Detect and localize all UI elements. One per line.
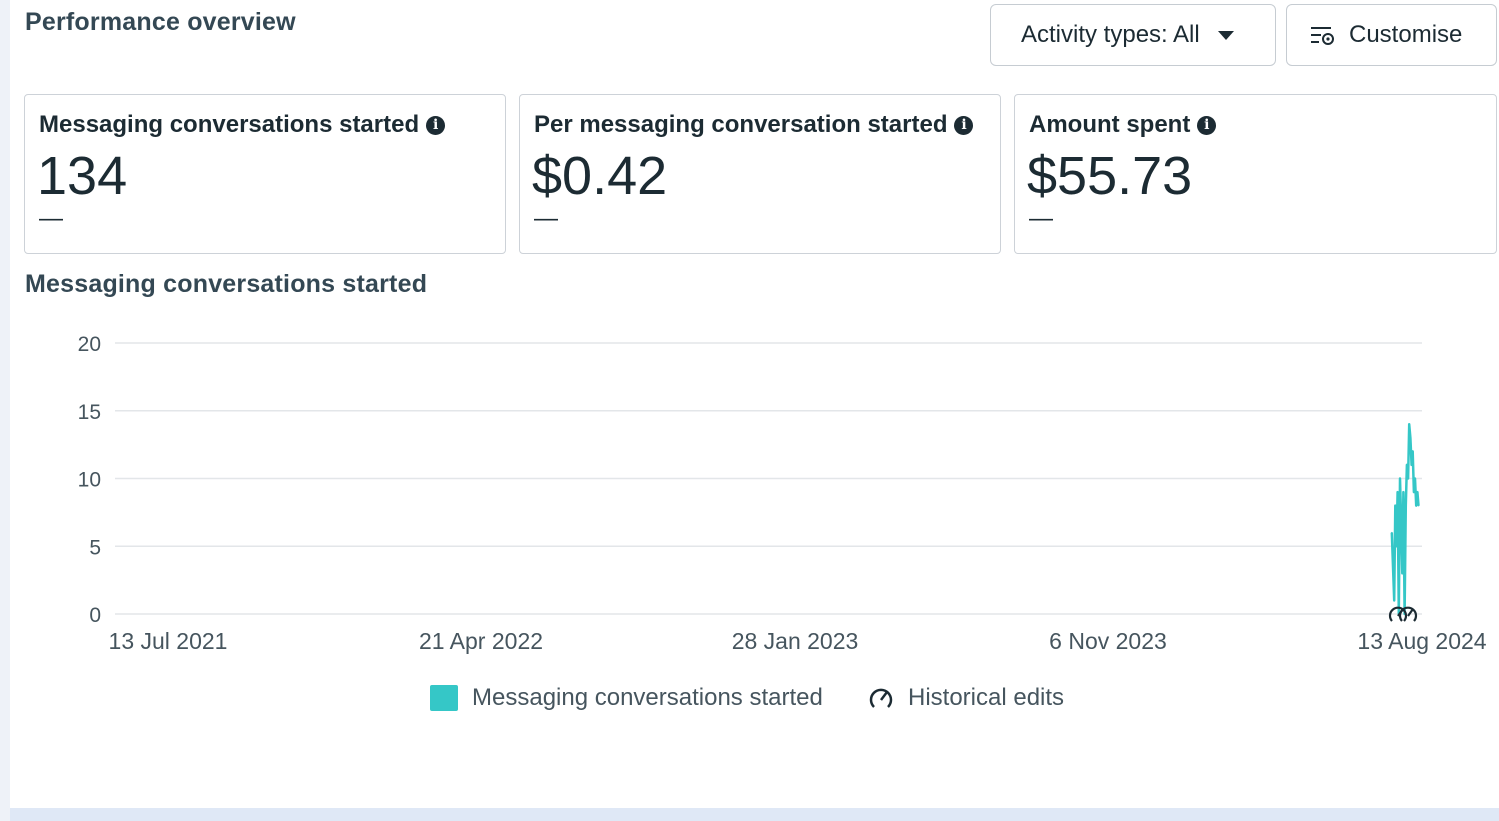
data-point	[1408, 423, 1411, 426]
legend-item-series[interactable]: Messaging conversations started	[430, 684, 823, 712]
legend-swatch	[430, 685, 458, 711]
x-tick-label: 13 Aug 2024	[1357, 628, 1486, 654]
data-point	[1395, 545, 1398, 548]
y-tick-label: 20	[78, 333, 101, 356]
legend-item-historical-edits[interactable]: Historical edits	[866, 684, 1064, 712]
data-point	[1407, 477, 1409, 480]
legend-edits-label: Historical edits	[908, 684, 1065, 711]
legend-series-label: Messaging conversations started	[472, 684, 823, 711]
data-point	[1401, 572, 1404, 575]
data-point	[1399, 477, 1401, 480]
data-point	[1391, 531, 1393, 534]
data-point	[1413, 491, 1415, 493]
data-point	[1393, 599, 1395, 602]
x-tick-label: 21 Apr 2022	[419, 628, 543, 654]
data-point	[1406, 464, 1408, 466]
data-point	[1417, 504, 1420, 507]
data-point	[1409, 437, 1412, 439]
bottom-scroll-strip	[10, 808, 1499, 821]
x-tick-label: 28 Jan 2023	[732, 628, 859, 654]
data-point	[1411, 450, 1414, 453]
data-point	[1415, 504, 1418, 507]
x-tick-label: 13 Jul 2021	[109, 628, 228, 654]
data-point	[1396, 491, 1399, 493]
data-point	[1394, 504, 1397, 507]
data-point	[1416, 491, 1419, 493]
line-chart: 0 5 10 15 20 13 Jul 2021 21 Apr 2022 28 Jan 202…	[78, 333, 1487, 654]
y-tick-label: 10	[78, 469, 101, 492]
data-point	[1410, 464, 1413, 466]
data-point	[1400, 518, 1402, 520]
series-line	[1390, 423, 1420, 616]
data-point	[1404, 504, 1407, 507]
y-tick-label: 0	[89, 604, 101, 627]
data-point	[1402, 491, 1405, 493]
y-tick-label: 5	[89, 536, 101, 559]
y-tick-label: 15	[78, 401, 101, 424]
x-tick-label: 6 Nov 2023	[1049, 628, 1167, 654]
historical-edits-icon	[869, 688, 893, 708]
data-point	[1414, 477, 1416, 480]
performance-panel: Performance overview Activity types: All…	[10, 0, 1499, 808]
